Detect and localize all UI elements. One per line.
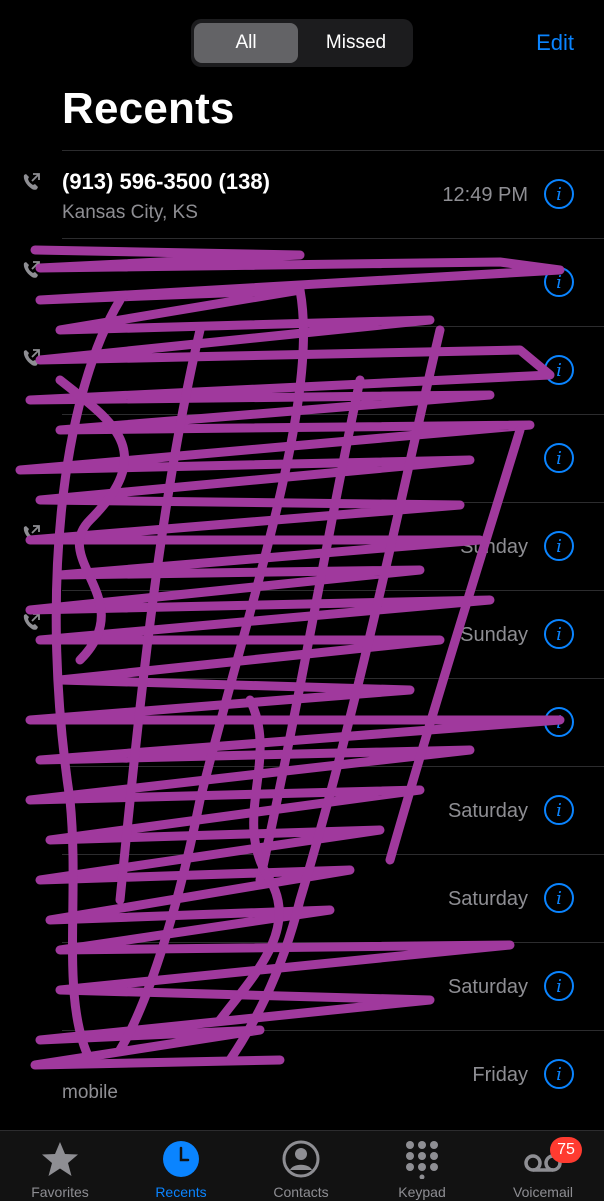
tab-recents[interactable]: Recents xyxy=(126,1131,236,1201)
star-icon xyxy=(42,1142,78,1176)
call-row[interactable]: Sunday i xyxy=(0,503,604,591)
info-icon[interactable]: i xyxy=(544,1059,574,1089)
person-icon xyxy=(282,1140,320,1178)
tab-label: Recents xyxy=(155,1184,207,1200)
tab-bar: Favorites Recents Contacts Keypad 75 Voi… xyxy=(0,1130,604,1201)
call-row[interactable]: i xyxy=(0,415,604,503)
voicemail-badge: 75 xyxy=(550,1137,582,1163)
call-time: Saturday xyxy=(447,800,528,822)
call-row[interactable]: Saturday i xyxy=(0,767,604,855)
outgoing-call-icon xyxy=(23,613,40,630)
info-icon[interactable]: i xyxy=(544,795,574,825)
outgoing-call-icon xyxy=(23,525,40,542)
info-icon[interactable]: i xyxy=(544,179,574,209)
caller-subtitle: mobile xyxy=(62,1082,118,1103)
outgoing-call-icon xyxy=(23,261,40,278)
call-row[interactable]: i xyxy=(0,679,604,767)
call-time: Friday xyxy=(472,1064,528,1086)
call-row[interactable]: i xyxy=(0,327,604,415)
call-row[interactable]: (913) 596-3500 (138) Kansas City, KS 12:49… xyxy=(0,151,604,239)
tab-voicemail[interactable]: 75 Voicemail xyxy=(488,1131,598,1201)
call-row[interactable]: Sunday i xyxy=(0,591,604,679)
recents-filter-segmented-control[interactable]: All Missed xyxy=(191,19,413,67)
call-row[interactable]: Saturday i xyxy=(0,855,604,943)
info-icon[interactable]: i xyxy=(544,619,574,649)
outgoing-call-icon xyxy=(23,173,40,190)
top-bar: All Missed Edit xyxy=(0,0,604,86)
call-time: Saturday xyxy=(447,888,528,910)
caller-name: (913) 596-3500 (138) xyxy=(62,169,270,194)
info-icon[interactable]: i xyxy=(544,443,574,473)
info-icon[interactable]: i xyxy=(544,355,574,385)
segment-missed[interactable]: Missed xyxy=(303,23,409,63)
call-time: 12:49 PM xyxy=(442,184,528,206)
tab-favorites[interactable]: Favorites xyxy=(5,1131,115,1201)
tab-keypad[interactable]: Keypad xyxy=(367,1131,477,1201)
page-title: Recents xyxy=(62,84,235,133)
call-row[interactable]: mobile Friday i xyxy=(0,1031,604,1119)
info-icon[interactable]: i xyxy=(544,531,574,561)
outgoing-call-icon xyxy=(23,349,40,366)
call-row[interactable]: i xyxy=(0,239,604,327)
info-icon[interactable]: i xyxy=(544,707,574,737)
info-icon[interactable]: i xyxy=(544,883,574,913)
tab-label: Contacts xyxy=(273,1184,329,1200)
caller-subtitle: Kansas City, KS xyxy=(62,202,198,223)
call-row[interactable]: Saturday i xyxy=(0,943,604,1031)
keypad-icon xyxy=(406,1141,438,1179)
call-time: Sunday xyxy=(460,624,528,646)
clock-icon xyxy=(163,1141,199,1177)
info-icon[interactable]: i xyxy=(544,267,574,297)
info-icon[interactable]: i xyxy=(544,971,574,1001)
call-time: Saturday xyxy=(447,976,528,998)
edit-button[interactable]: Edit xyxy=(536,30,574,56)
tab-label: Voicemail xyxy=(513,1184,573,1200)
tab-label: Keypad xyxy=(398,1184,446,1200)
tab-contacts[interactable]: Contacts xyxy=(246,1131,356,1201)
tab-label: Favorites xyxy=(31,1184,89,1200)
segment-all[interactable]: All xyxy=(194,23,298,63)
call-time: Sunday xyxy=(460,536,528,558)
